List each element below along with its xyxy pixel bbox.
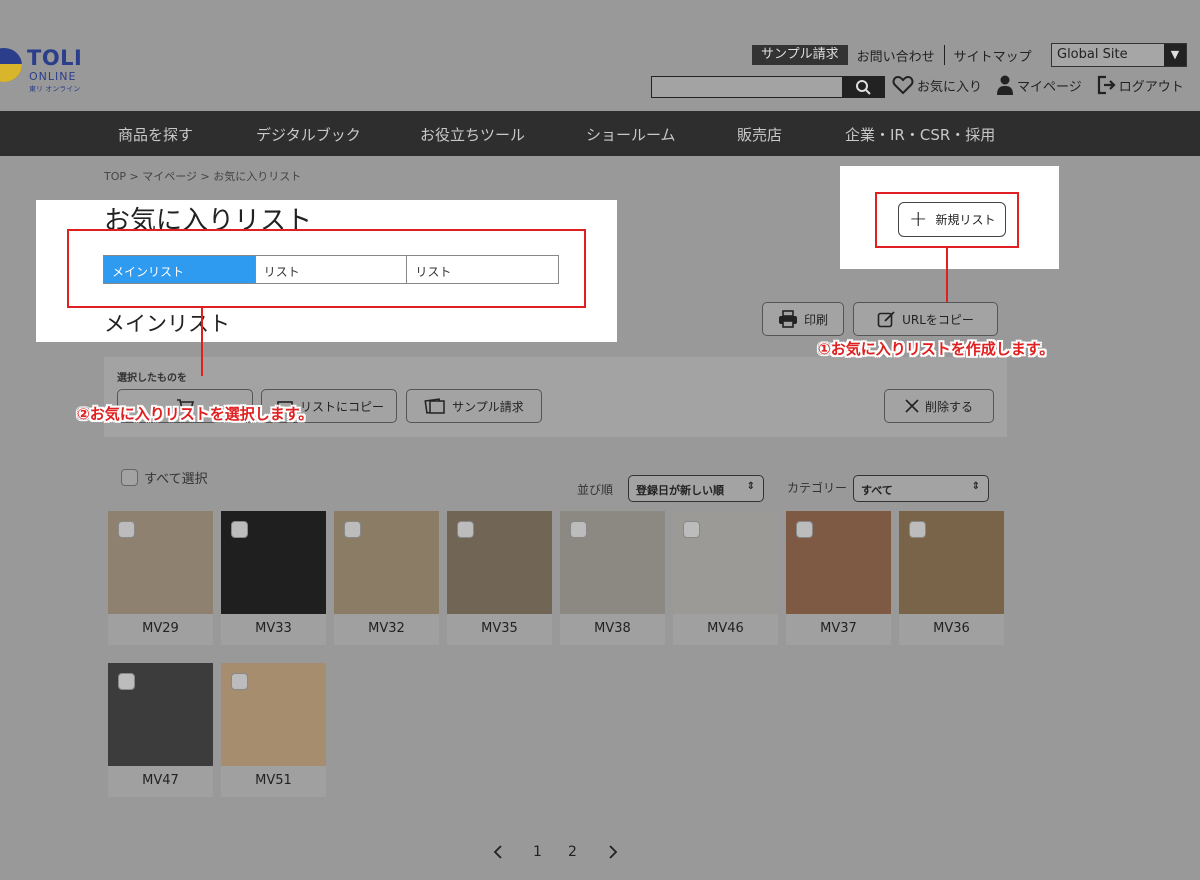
favorites-label: お気に入り [917,79,983,95]
annotation-box-new [875,192,1019,248]
search-icon [856,80,871,95]
callout-select-list: ②お気に入りリストを選択します。 [77,405,314,423]
product-card[interactable]: MV33 [221,511,326,645]
product-card[interactable]: MV46 [673,511,778,645]
nav-item-showroom[interactable]: ショールーム [586,124,676,145]
select-all-label: すべて選択 [144,472,208,487]
toli-logo[interactable]: TOLI ONLINE 東リ オンライン [0,46,90,98]
product-checkbox[interactable] [118,673,135,690]
logo-text: TOLI [27,46,83,70]
logout-label: ログアウト [1118,79,1184,95]
callout-create-list: ①お気に入りリストを作成します。 [818,340,1055,358]
product-checkbox[interactable] [344,521,361,538]
product-name[interactable]: MV36 [899,621,1004,636]
nav-item-corporate[interactable]: 企業・IR・CSR・採用 [845,124,995,145]
category-label: カテゴリー [787,481,848,495]
product-name[interactable]: MV32 [334,621,439,636]
product-name[interactable]: MV47 [108,773,213,788]
header-utilities: お気に入り マイページ ログアウト [892,75,1184,95]
sample-request-label: サンプル請求 [452,399,524,414]
product-name[interactable]: MV46 [673,621,778,636]
selection-label: 選択したものを [117,373,187,384]
product-card[interactable]: MV47 [108,663,213,797]
copy-url-button[interactable]: URLをコピー [853,302,998,336]
close-icon [905,399,919,413]
top-links: サンプル請求 お問い合わせ サイトマップ [752,45,1041,65]
edit-link-icon [877,310,895,327]
list-subtitle: メインリスト [104,312,230,336]
sort-label: 並び順 [577,483,614,497]
print-label: 印刷 [803,312,828,327]
user-icon [997,75,1014,95]
sitemap-link[interactable]: サイトマップ [945,46,1041,65]
next-page-icon[interactable] [607,844,619,864]
product-card[interactable]: MV38 [560,511,665,645]
page-2-link[interactable]: 2 [568,844,577,860]
product-card[interactable]: MV36 [899,511,1004,645]
favorites-link[interactable]: お気に入り [892,75,982,95]
logo-subtext: ONLINE [29,70,77,83]
sample-request-button[interactable]: サンプル請求 [406,389,542,423]
delete-button[interactable]: 削除する [884,389,994,423]
sort-select[interactable]: 登録日が新しい順 ⇕ [628,475,764,502]
product-card[interactable]: MV51 [221,663,326,797]
printer-icon [778,310,797,328]
select-all-checkbox[interactable] [121,469,138,486]
nav-item-products[interactable]: 商品を探す [118,124,193,145]
toli-emblem-icon [0,48,22,82]
product-name[interactable]: MV38 [560,621,665,636]
product-card[interactable]: MV37 [786,511,891,645]
delete-label: 削除する [924,399,973,414]
search-input[interactable] [651,76,843,98]
product-checkbox[interactable] [909,521,926,538]
global-site-label: Global Site [1057,47,1128,62]
product-checkbox[interactable] [570,521,587,538]
product-checkbox[interactable] [796,521,813,538]
select-all[interactable]: すべて選択 [121,468,208,487]
heart-icon [892,75,914,95]
search-button[interactable] [842,76,885,98]
product-name[interactable]: MV35 [447,621,552,636]
page-1-link[interactable]: 1 [533,844,542,860]
product-checkbox[interactable] [683,521,700,538]
product-name[interactable]: MV51 [221,773,326,788]
sample-request-link[interactable]: サンプル請求 [752,45,848,65]
product-card[interactable]: MV35 [447,511,552,645]
nav-item-dealers[interactable]: 販売店 [737,124,782,145]
category-value: すべて [861,484,893,497]
copy-url-label: URLをコピー [902,312,974,327]
product-checkbox[interactable] [231,673,248,690]
logout-link[interactable]: ログアウト [1096,75,1184,95]
mypage-link[interactable]: マイページ [996,75,1082,95]
prev-page-icon[interactable] [492,844,504,864]
chevron-down-icon: ▼ [1164,44,1186,66]
main-nav: 商品を探す デジタルブック お役立ちツール ショールーム 販売店 企業・IR・C… [0,111,1200,156]
annotation-box-tabs [67,229,586,308]
global-site-select[interactable]: Global Site ▼ [1051,43,1187,67]
logo-caption: 東リ オンライン [29,85,81,93]
product-checkbox[interactable] [457,521,474,538]
breadcrumb[interactable]: TOP > マイページ > お気に入りリスト [104,168,301,184]
nav-item-tools[interactable]: お役立ちツール [420,124,525,145]
contact-link[interactable]: お問い合わせ [848,46,944,65]
product-checkbox[interactable] [118,521,135,538]
logout-icon [1097,75,1116,95]
product-card[interactable]: MV32 [334,511,439,645]
mypage-label: マイページ [1017,79,1082,95]
product-name[interactable]: MV29 [108,621,213,636]
samples-icon [424,398,445,414]
updown-icon: ⇕ [746,481,755,492]
product-name[interactable]: MV33 [221,621,326,636]
nav-item-digital-book[interactable]: デジタルブック [256,124,361,145]
product-checkbox[interactable] [231,521,248,538]
annotation-line-tabs [201,308,203,376]
product-card[interactable]: MV29 [108,511,213,645]
updown-icon: ⇕ [971,481,980,492]
product-name[interactable]: MV37 [786,621,891,636]
print-button[interactable]: 印刷 [762,302,844,336]
category-select[interactable]: すべて ⇕ [853,475,989,502]
sort-value: 登録日が新しい順 [636,484,724,497]
